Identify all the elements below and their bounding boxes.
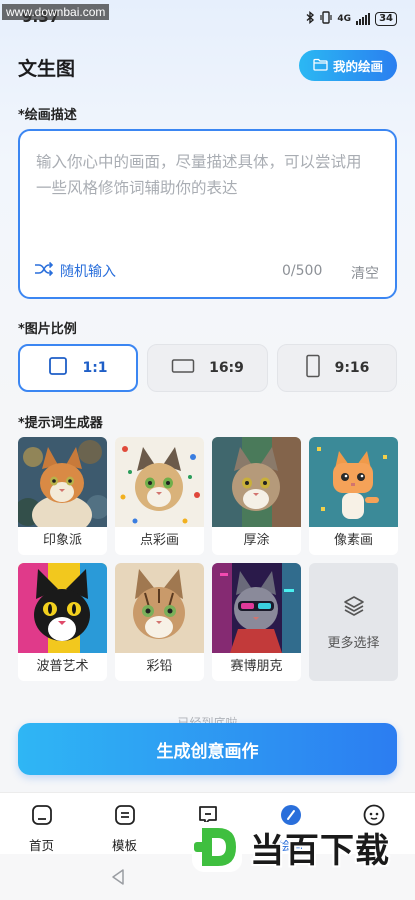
char-count: 0/500: [282, 263, 323, 279]
ratio-label: 9:16: [334, 360, 370, 376]
cat-painting-image: [18, 437, 107, 527]
watermark: www.downbai.com: [2, 4, 110, 20]
cat-painting-image: [212, 563, 301, 653]
ratio-option-16-9[interactable]: 16:9: [147, 344, 268, 392]
style-label: 波普艺术: [36, 659, 89, 674]
style-card-colored-pencil[interactable]: 彩铅: [115, 563, 204, 681]
style-label: 点彩画: [139, 533, 179, 548]
style-card-pop-art[interactable]: 波普艺术: [18, 563, 107, 681]
cat-painting-image: [212, 437, 301, 527]
style-label: 彩铅: [146, 659, 173, 674]
more-styles-button[interactable]: 更多选择: [309, 563, 398, 681]
portrait-icon: [305, 354, 321, 382]
cat-painting-image: [115, 437, 204, 527]
back-icon[interactable]: [110, 868, 126, 890]
style-label: 赛博朋克: [230, 659, 283, 674]
style-card-impressionism[interactable]: 印象派: [18, 437, 107, 555]
style-card-impasto[interactable]: 厚涂: [212, 437, 301, 555]
layers-icon: [342, 594, 366, 622]
style-label: 像素画: [333, 533, 373, 548]
page-title: 文生图: [18, 58, 76, 80]
cat-painting-image: [115, 563, 204, 653]
prompt-input[interactable]: 输入你心中的画面，尽量描述具体，可以尝试用一些风格修饰词辅助你的表达 随机输入 …: [18, 129, 397, 299]
my-drawings-label: 我的绘画: [332, 59, 383, 74]
tab-label: 模板: [111, 838, 137, 853]
vibrate-icon: [320, 11, 333, 27]
network-type: 4G: [337, 14, 352, 24]
landscape-icon: [171, 358, 195, 378]
brand-d-icon: [192, 822, 242, 872]
prompt-placeholder: 输入你心中的画面，尽量描述具体，可以尝试用一些风格修饰词辅助你的表达: [36, 153, 362, 197]
ratio-label: 1:1: [82, 360, 108, 376]
style-section-label: *提示词生成器: [18, 416, 103, 431]
cat-painting-image: [309, 437, 398, 527]
shuffle-icon: [34, 261, 54, 281]
random-input-label: 随机输入: [60, 264, 116, 280]
header: 文生图 我的绘画: [0, 40, 415, 92]
style-label: 厚涂: [243, 533, 270, 548]
ratio-option-1-1[interactable]: 1:1: [18, 344, 138, 392]
tab-home[interactable]: 首页: [0, 793, 83, 854]
cat-painting-image: [18, 563, 107, 653]
brand-logo: 当百下载: [190, 820, 390, 874]
square-icon: [48, 356, 68, 380]
bluetooth-icon: [306, 11, 315, 27]
my-drawings-button[interactable]: 我的绘画: [299, 50, 397, 81]
home-icon: [30, 803, 54, 830]
template-icon: [113, 803, 137, 830]
ratio-label: 16:9: [209, 360, 244, 376]
status-icons: 4G 34: [306, 11, 397, 27]
signal-icon: [356, 13, 371, 25]
ratio-option-9-16[interactable]: 9:16: [277, 344, 397, 392]
style-card-cyberpunk[interactable]: 赛博朋克: [212, 563, 301, 681]
battery-icon: 34: [375, 12, 397, 26]
tab-templates[interactable]: 模板: [83, 793, 166, 854]
clear-button[interactable]: 清空: [351, 263, 379, 283]
brand-name: 当百下载: [250, 830, 390, 871]
style-card-pointillism[interactable]: 点彩画: [115, 437, 204, 555]
ratio-section-label: *图片比例: [18, 322, 77, 337]
folder-icon: [313, 58, 328, 74]
tab-label: 首页: [28, 838, 54, 853]
prompt-section-label: *绘画描述: [18, 108, 77, 123]
style-card-pixel-art[interactable]: 像素画: [309, 437, 398, 555]
random-input-button[interactable]: 随机输入: [34, 261, 116, 281]
generate-button[interactable]: 生成创意画作: [18, 723, 397, 775]
style-label: 印象派: [42, 533, 82, 548]
more-styles-label: 更多选择: [327, 635, 380, 651]
